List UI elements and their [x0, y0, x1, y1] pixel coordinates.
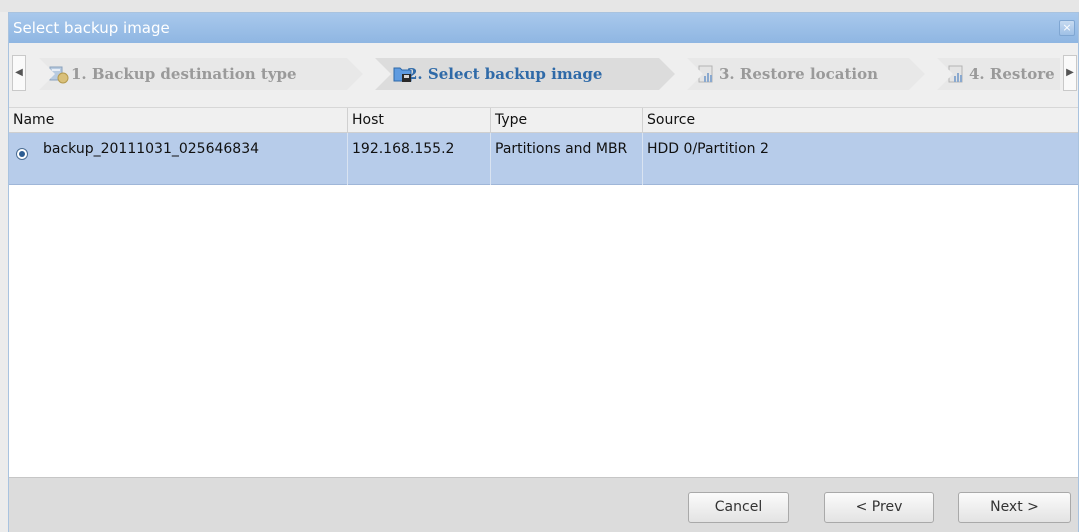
- backup-image-icon: [393, 64, 413, 84]
- prev-button[interactable]: < Prev: [824, 492, 934, 523]
- step-select-backup-image[interactable]: 2. Select backup image: [375, 58, 675, 90]
- step-label: 3. Restore location: [719, 65, 879, 83]
- backup-image-list: backup_20111031_025646834 192.168.155.2 …: [9, 133, 1078, 477]
- step-restore-location[interactable]: 3. Restore location: [687, 58, 925, 90]
- backup-destination-icon: [49, 64, 69, 84]
- cell-type: Partitions and MBR: [491, 133, 643, 185]
- cell-source: HDD 0/Partition 2: [647, 141, 769, 157]
- chevron-left-icon: ◀: [15, 67, 23, 78]
- cell-host: 192.168.155.2: [348, 133, 491, 185]
- column-header-source[interactable]: Source: [643, 108, 1079, 133]
- restore-icon: [947, 64, 967, 84]
- step-restore[interactable]: 4. Restore: [937, 58, 1060, 90]
- restore-location-icon: [697, 64, 717, 84]
- cancel-button[interactable]: Cancel: [688, 492, 789, 523]
- dialog-titlebar[interactable]: Select backup image ×: [9, 13, 1078, 43]
- step-backup-destination-type[interactable]: 1. Backup destination type: [39, 58, 363, 90]
- step-label: 2. Select backup image: [407, 65, 603, 83]
- column-header-name[interactable]: Name: [9, 108, 348, 133]
- wizard-steps-bar: ◀ 1. Backup destination type 2. Select b…: [9, 43, 1078, 108]
- cell-name: backup_20111031_025646834: [9, 133, 348, 185]
- next-button[interactable]: Next >: [958, 492, 1071, 523]
- table-row[interactable]: backup_20111031_025646834 192.168.155.2 …: [9, 133, 1078, 185]
- step-label: 1. Backup destination type: [71, 65, 297, 83]
- step-label: 4. Restore: [969, 65, 1055, 83]
- wizard-steps: 1. Backup destination type 2. Select bac…: [31, 43, 1060, 108]
- column-header-host[interactable]: Host: [348, 108, 491, 133]
- backup-name: backup_20111031_025646834: [43, 141, 260, 157]
- dialog-title: Select backup image: [13, 19, 170, 37]
- chevron-right-icon: ▶: [1066, 67, 1074, 78]
- grid-header: Name Host Type Source: [9, 108, 1078, 133]
- close-icon[interactable]: ×: [1059, 20, 1075, 36]
- select-backup-image-dialog: Select backup image × ◀ 1. Backup destin…: [8, 12, 1079, 532]
- scroll-right-button[interactable]: ▶: [1063, 55, 1077, 91]
- column-header-type[interactable]: Type: [491, 108, 643, 133]
- scroll-left-button[interactable]: ◀: [12, 55, 26, 91]
- dialog-footer: Cancel < Prev Next >: [9, 477, 1078, 532]
- row-radio-button[interactable]: [16, 148, 28, 160]
- background-strip: [0, 0, 1079, 12]
